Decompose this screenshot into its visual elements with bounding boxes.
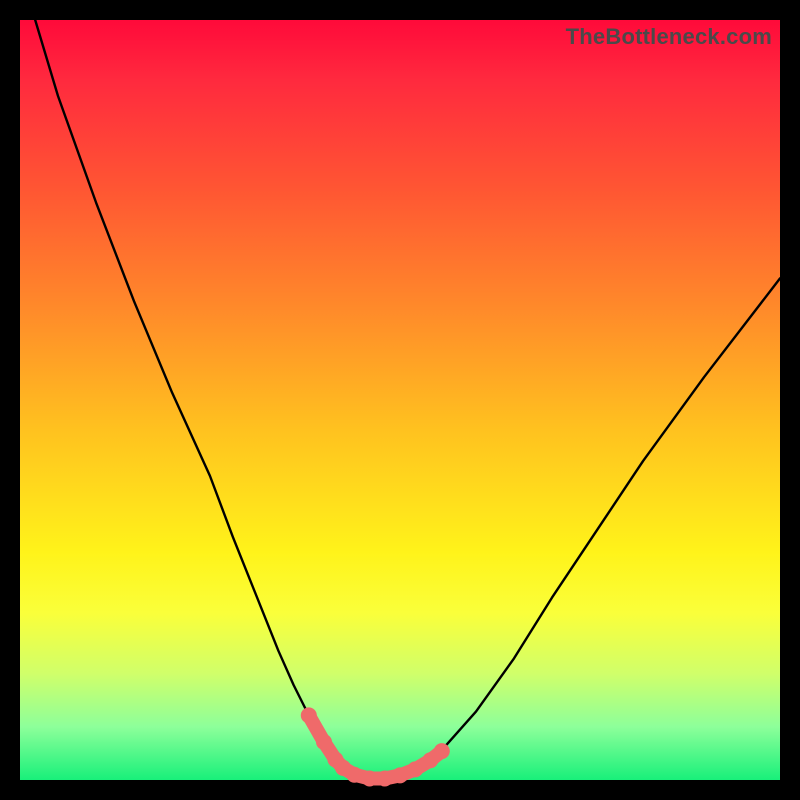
chart-svg — [20, 20, 780, 780]
optimal-region-dot — [362, 771, 378, 787]
optimal-region-dot — [316, 734, 332, 750]
optimal-region-highlight — [301, 707, 450, 786]
bottleneck-curve — [35, 20, 780, 779]
optimal-region-dot — [434, 743, 450, 759]
bottleneck-curve-path — [35, 20, 780, 779]
optimal-region-dot — [346, 767, 362, 783]
optimal-region-dot — [407, 761, 423, 777]
chart-frame: TheBottleneck.com — [20, 20, 780, 780]
optimal-region-dot — [392, 767, 408, 783]
watermark-text: TheBottleneck.com — [566, 24, 772, 50]
optimal-region-dot — [301, 707, 317, 723]
optimal-region-dot — [377, 771, 393, 787]
